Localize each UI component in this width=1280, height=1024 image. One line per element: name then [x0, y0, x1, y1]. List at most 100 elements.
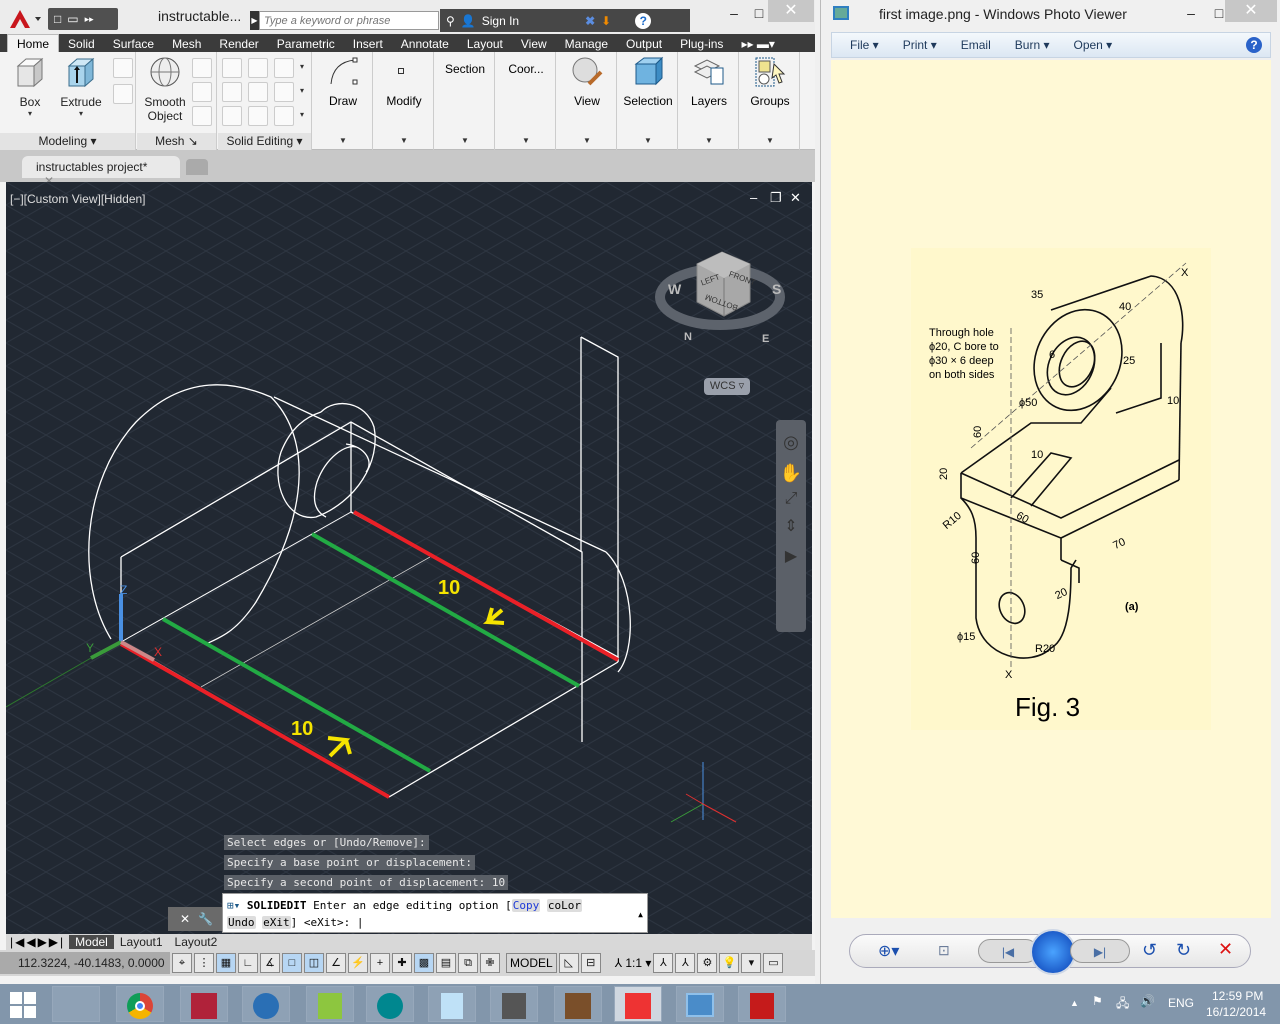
zoom-icon[interactable]: ⊕▾ — [878, 941, 899, 961]
extract-edges-icon[interactable] — [248, 58, 268, 78]
more-tabs-icon[interactable]: ▸▸ ▬▾ — [732, 36, 783, 52]
taskbar-chrome[interactable] — [116, 986, 164, 1022]
intersect-icon[interactable] — [222, 106, 242, 126]
option-exit[interactable]: eXit — [262, 916, 291, 929]
dyn-toggle[interactable]: + — [370, 953, 390, 973]
ducs-toggle[interactable]: ⚡ — [348, 953, 368, 973]
actual-size-icon[interactable]: ⊡ — [938, 942, 950, 959]
infer-constraints-toggle[interactable]: ⌖ — [172, 953, 192, 973]
rotate-clockwise-icon[interactable]: ↻ — [1176, 940, 1191, 961]
open-file-icon[interactable]: ▭ — [67, 12, 78, 26]
clean-screen-button[interactable]: ▭ — [763, 953, 784, 973]
pan-hand-icon[interactable]: ✋ — [776, 463, 806, 484]
tab-solid[interactable]: Solid — [59, 36, 104, 52]
minimize-button[interactable]: – — [1177, 4, 1205, 22]
quick-properties-toggle[interactable]: ▤ — [436, 953, 456, 973]
action-center-flag-icon[interactable]: ⚑ — [1092, 994, 1103, 1008]
previous-button[interactable]: |◀ — [978, 939, 1038, 963]
option-undo[interactable]: Undo — [227, 916, 256, 929]
new-file-icon[interactable]: □ — [54, 12, 61, 26]
box-button[interactable]: Box ▾ — [10, 56, 50, 118]
rotate-counterclockwise-icon[interactable]: ↺ — [1142, 940, 1157, 961]
panel-modify[interactable]: Modify ▼ — [374, 52, 434, 150]
osnap-toggle[interactable]: □ — [282, 953, 302, 973]
panel-draw[interactable]: Draw ▼ — [313, 52, 373, 150]
panel-selection[interactable]: Selection ▼ — [618, 52, 678, 150]
sign-in-link[interactable]: Sign In — [482, 14, 519, 28]
panel-modeling-title[interactable]: Modeling ▾ — [0, 133, 135, 150]
clock-time[interactable]: 12:59 PM — [1212, 989, 1263, 1003]
panel-section[interactable]: Section ▼ — [435, 52, 495, 150]
menu-open[interactable]: Open ▾ — [1073, 38, 1112, 52]
isolate-objects-bulb-icon[interactable]: 💡 — [719, 953, 740, 973]
3d-osnap-toggle[interactable]: ◫ — [304, 953, 324, 973]
mesh-remove-icon[interactable] — [192, 82, 212, 102]
search-expand-icon[interactable]: ▶ — [250, 11, 259, 30]
union-icon[interactable] — [222, 58, 242, 78]
coordinates-display[interactable]: 112.3224, -40.1483, 0.0000 — [0, 952, 170, 974]
input-language[interactable]: ENG — [1168, 996, 1194, 1010]
taskbar-calc-spreadsheet[interactable] — [306, 986, 354, 1022]
lineweight-toggle[interactable]: ✚ — [392, 953, 412, 973]
viewport-minimize[interactable]: – — [750, 190, 757, 205]
help-icon[interactable]: ? — [1246, 37, 1262, 53]
show-hidden-icons[interactable]: ▲ — [1070, 998, 1079, 1008]
imprint-dropdown[interactable]: ▾ — [300, 86, 304, 95]
taskbar-autocad[interactable] — [614, 986, 662, 1022]
taskbar-file-explorer[interactable] — [52, 986, 100, 1022]
subtract-icon[interactable] — [222, 82, 242, 102]
more-tools-icon[interactable]: ▸▸ — [85, 14, 94, 25]
steering-wheel-icon[interactable]: ◎ — [776, 432, 806, 453]
gizmo-toggle[interactable]: ✙ — [480, 953, 500, 973]
auto-scale[interactable]: ⅄ — [675, 953, 696, 973]
tab-layout1[interactable]: Layout1 — [114, 935, 169, 949]
tab-mesh[interactable]: Mesh — [163, 36, 210, 52]
minimize-button[interactable]: – — [720, 4, 748, 22]
tab-model[interactable]: Model — [69, 935, 114, 949]
tab-surface[interactable]: Surface — [104, 36, 163, 52]
taskbar-news-app[interactable] — [180, 986, 228, 1022]
quick-view-layouts[interactable]: ◺ — [558, 953, 579, 973]
viewport-close[interactable]: ✕ — [790, 190, 801, 206]
next-button[interactable]: ▶| — [1070, 939, 1130, 963]
search-input[interactable] — [259, 11, 439, 30]
volume-icon[interactable]: 🔊 — [1140, 994, 1155, 1008]
command-line-input[interactable]: ⊞▾ SOLIDEDIT Enter an edge editing optio… — [222, 893, 648, 933]
zoom-extents-icon[interactable]: ⤢ — [776, 490, 806, 508]
menu-burn[interactable]: Burn ▾ — [1015, 38, 1050, 52]
tab-parametric[interactable]: Parametric — [268, 36, 344, 52]
binoculars-icon[interactable]: ⚲ — [446, 14, 455, 28]
tab-annotate[interactable]: Annotate — [392, 36, 458, 52]
otrack-toggle[interactable]: ∠ — [326, 953, 346, 973]
mesh-crease-icon[interactable] — [192, 106, 212, 126]
layout-nav-arrows[interactable]: |◀◀▶▶| — [6, 935, 69, 949]
tab-layout2[interactable]: Layout2 — [169, 935, 224, 949]
tab-view[interactable]: View — [512, 36, 556, 52]
close-command-line-icon[interactable]: ✕ — [180, 912, 190, 926]
panel-coordinates[interactable]: Coor... ▼ — [496, 52, 556, 150]
network-icon[interactable]: 🖧 — [1116, 994, 1129, 1015]
grid-toggle[interactable]: ▦ — [216, 953, 236, 973]
viewport-restore[interactable]: ❐ — [770, 190, 782, 206]
workspace-gear-icon[interactable]: ⚙ — [697, 953, 718, 973]
close-button[interactable]: ✕ — [1225, 0, 1277, 22]
option-color[interactable]: coLor — [546, 899, 583, 912]
stay-connected-icon[interactable]: ⬇ — [601, 14, 611, 28]
taskbar-notepad[interactable] — [428, 986, 476, 1022]
status-menu-arrow[interactable]: ▾ — [741, 953, 762, 973]
panel-solid-editing-title[interactable]: Solid Editing ▾ — [218, 133, 311, 150]
panel-view[interactable]: View ▼ — [557, 52, 617, 150]
orbit-icon[interactable]: ⇕ — [776, 516, 806, 536]
help-icon[interactable]: ? — [635, 12, 652, 29]
menu-print[interactable]: Print ▾ — [903, 38, 937, 52]
tab-render[interactable]: Render — [210, 36, 267, 52]
mesh-add-icon[interactable] — [192, 58, 212, 78]
tab-insert[interactable]: Insert — [344, 36, 392, 52]
menu-email[interactable]: Email — [961, 38, 991, 52]
annotation-visibility[interactable]: ⅄ — [653, 953, 674, 973]
file-tab[interactable]: instructables project* ✕ — [22, 156, 180, 188]
tab-output[interactable]: Output — [617, 36, 671, 52]
menu-file[interactable]: File ▾ — [850, 38, 879, 52]
taskbar-acrobat-reader[interactable] — [738, 986, 786, 1022]
start-button[interactable] — [10, 992, 38, 1018]
